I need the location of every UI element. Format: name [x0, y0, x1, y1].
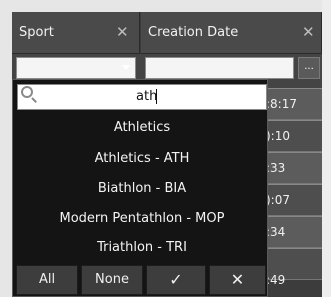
creation-date-cell: :33 — [266, 161, 286, 175]
column-header-creation-date-label: Creation Date — [148, 25, 239, 40]
filter-option[interactable]: Athletics — [20, 114, 264, 142]
select-none-button[interactable]: None — [81, 265, 143, 295]
select-all-button[interactable]: All — [16, 265, 78, 295]
apply-filter-button[interactable]: ✓ — [146, 265, 206, 295]
chevron-down-icon[interactable] — [122, 65, 130, 70]
filter-option[interactable]: Triathlon - TRI — [20, 234, 264, 262]
filter-search-value: ath — [136, 89, 158, 104]
filter-option[interactable]: Biathlon - BIA — [20, 175, 264, 203]
window-frame-right — [322, 0, 331, 297]
text-caret — [156, 89, 157, 104]
date-filter-options-button[interactable]: ... — [298, 57, 320, 79]
creation-date-cell: :34 — [266, 225, 286, 239]
window-frame-top — [0, 0, 331, 12]
window-frame-left — [0, 0, 12, 297]
creation-date-filter-input[interactable] — [145, 57, 294, 79]
cancel-filter-button[interactable]: ✕ — [209, 265, 266, 295]
creation-date-cell: ):07 — [266, 193, 290, 207]
column-header-sport-label: Sport — [19, 25, 54, 40]
remove-sport-column-icon[interactable]: ✕ — [116, 23, 129, 41]
remove-creation-date-column-icon[interactable]: ✕ — [302, 23, 315, 41]
creation-date-cell: :8:17 — [266, 97, 297, 111]
creation-date-cell: :49 — [266, 273, 286, 287]
sport-filter-dropdown[interactable] — [16, 57, 136, 79]
filter-option[interactable]: Modern Pentathlon - MOP — [20, 205, 264, 233]
creation-date-cell: ):10 — [266, 129, 290, 143]
magnifier-icon — [21, 86, 33, 98]
filter-option[interactable]: Athletics - ATH — [20, 145, 264, 173]
